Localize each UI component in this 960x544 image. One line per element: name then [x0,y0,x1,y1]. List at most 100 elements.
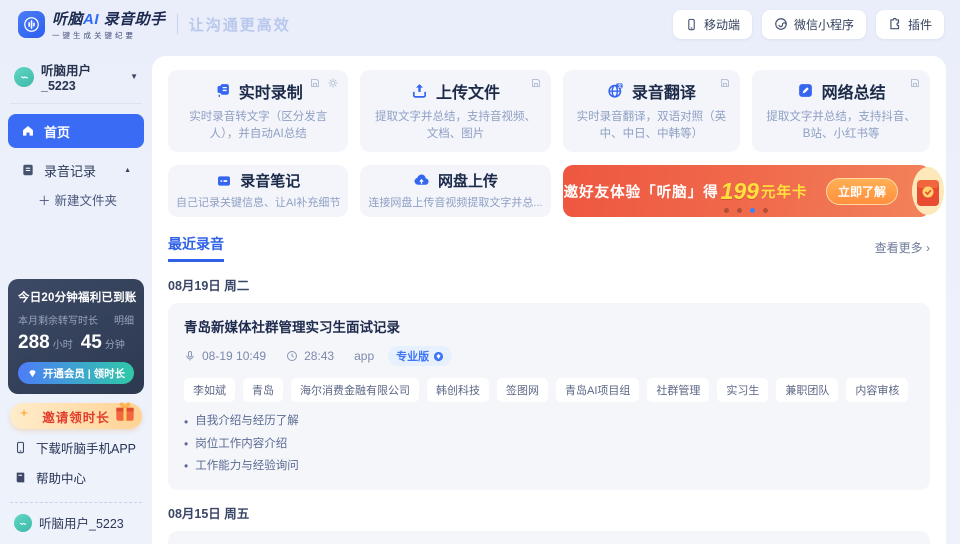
brand-name: 听脑 [52,10,84,28]
sidebar-item-new-folder[interactable]: ＋ 新建文件夹 [8,186,144,213]
recording-summary: 自我介绍与经历了解 岗位工作内容介绍 工作能力与经验询问 [184,411,914,478]
sidebar-item-records[interactable]: 录音记录 ▲ [8,154,144,186]
mobile-button[interactable]: 移动端 [672,9,752,39]
recording-title: 青岛新媒体社群管理实习生面试记录 [184,320,400,335]
upload-file-icon [411,82,428,99]
feature-card-record-translate[interactable]: 文 录音翻译 实时录音翻译，双语对照（英中、中日、中韩等） [562,70,741,152]
date-group-label: 08月19日 周二 [168,279,250,293]
sidebar-item-home[interactable]: 首页 [8,114,144,148]
plus-icon: ＋ [38,194,51,208]
brand-subtitle: 一键生成关键纪要 [52,30,136,40]
plugin-icon [888,17,902,31]
tag: 青岛AI项目组 [556,378,640,402]
save-icon[interactable] [309,77,321,89]
translate-globe-icon: 文 [607,82,624,99]
save-icon[interactable] [719,77,731,89]
promo-carousel-banner[interactable]: 邀好友体验「听脑」得 199 元年卡 立即了解 [562,165,944,217]
feature-title: 上传文件 [435,84,500,102]
chevron-right-icon: › [926,241,930,255]
quota-card: 今日20分钟福利已到账 本月剩余转写时长 明细 288 小时 45 分钟 开通会… [8,279,144,394]
footer-avatar [14,513,32,532]
feature-card-voice-notes[interactable]: 录音笔记 自己记录关键信息、让AI补充细节 [168,165,349,217]
quota-remain-label: 本月剩余转写时长 [18,316,98,327]
sparkle-icon [18,407,30,421]
home-icon [21,124,35,138]
help-center-label: 帮助中心 [36,472,87,486]
brand-product: 录音助手 [99,10,166,28]
summary-bullet: 岗位工作内容介绍 [184,433,914,455]
tag: 李如斌 [184,378,235,402]
tag: 海尔消费金融有限公司 [291,378,419,402]
carousel-dot[interactable] [724,208,730,213]
download-app-label: 下载听脑手机APP [36,442,137,456]
caret-down-icon[interactable]: ▼ [130,72,138,81]
sidebar-footer-user[interactable]: 听脑用户_5223 [8,511,144,534]
recorder-icon [216,173,232,189]
promo-cta-button[interactable]: 立即了解 [825,177,898,205]
download-app-link[interactable]: 下载听脑手机APP [8,429,144,466]
sidebar-dashed-divider [10,502,142,503]
recording-meta: 08-19 10:49 28:43 app 专业版 [184,346,914,366]
phone-icon [14,441,27,454]
feature-card-upload-file[interactable]: 上传文件 提取文字并总结，支持音视频、文档、图片 [360,70,551,152]
quota-minutes: 45 [80,332,102,353]
gear-icon[interactable] [327,77,339,89]
sidebar: 听脑用户_5223 ▼ 首页 录音记录 ▲ ＋ 新建文件夹 今日20分钟福利已到… [0,48,152,544]
carousel-dot[interactable] [763,208,769,213]
wechat-miniprogram-button[interactable]: 微信小程序 [761,9,866,39]
feature-card-web-summary[interactable]: 网络总结 提取文字并总结，支持抖音、B站、小红书等 [752,70,930,152]
main-panel: 实时录制 实时录音转文字（区分发言人），并自动AI总结 上传文件 提取文字并总结… [152,56,946,544]
mic-icon [184,350,196,362]
feature-card-cloud-upload[interactable]: 网盘上传 连接网盘上传音视频提取文字并总... [360,165,551,217]
quota-detail-link[interactable]: 明细 [114,312,134,327]
recording-duration: 28:43 [304,349,335,363]
save-icon[interactable] [909,77,921,89]
quota-numbers: 288 小时 45 分钟 [18,332,134,354]
feature-title: 网盘上传 [437,173,498,191]
caret-up-icon[interactable]: ▲ [124,167,131,174]
plugin-button[interactable]: 插件 [875,9,944,39]
realtime-record-icon [214,82,231,99]
summary-bullet: 自我介绍与经历了解 [184,411,914,433]
badge-label: 专业版 [396,351,430,363]
carousel-dot-active[interactable] [750,208,756,213]
app-window: 听脑AI 录音助手 一键生成关键纪要 让沟通更高效 移动端 微信小程序 插件 听… [0,0,960,544]
tag: 社群管理 [647,378,710,402]
carousel-dots [724,208,769,213]
feature-desc: 提取文字并总结，支持音视频、文档、图片 [374,110,536,140]
new-folder-label: 新建文件夹 [54,194,118,208]
open-membership-button[interactable]: 开通会员 | 领时长 [18,362,134,384]
mobile-label: 移动端 [703,17,740,32]
quota-minutes-unit: 分钟 [104,340,125,351]
tab-recent-recordings[interactable]: 最近录音 [168,234,224,262]
tag: 内容审核 [846,378,909,402]
feature-desc: 提取文字并总结，支持抖音、B站、小红书等 [766,110,916,140]
tag: 青岛 [243,378,283,402]
save-icon[interactable] [530,77,542,89]
cloud-upload-icon [413,172,430,189]
recording-card[interactable]: 青岛新媒体社群管理实习生面试记录 08-19 10:49 28:43 app 专… [168,303,930,490]
sidebar-user-menu[interactable]: 听脑用户_5223 ▼ [8,56,144,103]
quota-hours: 288 [18,332,50,353]
recording-card[interactable]: 兼职人员个税政策调整通知 08-15 16:00 01:23:40 app 专业… [168,530,930,544]
tag: 实习生 [717,378,769,402]
feature-card-realtime-record[interactable]: 实时录制 实时录音转文字（区分发言人），并自动AI总结 [168,70,349,152]
feature-grid: 实时录制 实时录音转文字（区分发言人），并自动AI总结 上传文件 提取文字并总结… [168,70,944,217]
help-center-link[interactable]: 帮助中心 [8,466,144,496]
see-more-link[interactable]: 查看更多 › [875,239,930,262]
home-label: 首页 [44,124,71,140]
summary-bullet: 工作能力与经验询问 [184,455,914,477]
miniprogram-label: 微信小程序 [793,17,854,32]
carousel-dot[interactable] [737,208,743,213]
recording-tags: 李如斌 青岛 海尔消费金融有限公司 韩创科技 签图网 青岛AI项目组 社群管理 … [184,378,914,402]
recording-datetime: 08-19 10:49 [202,349,267,363]
invite-label: 邀请领时长 [42,410,110,425]
badge-gem-icon [433,351,444,362]
app-logo-icon [18,10,45,38]
feature-title: 网络总结 [821,84,886,102]
membership-cta-label: 开通会员 | 领时长 [42,367,126,380]
invite-banner[interactable]: 邀请领时长 [10,402,142,429]
sidebar-divider [10,103,142,104]
quota-hours-unit: 小时 [52,340,73,351]
miniprogram-icon [774,17,788,31]
